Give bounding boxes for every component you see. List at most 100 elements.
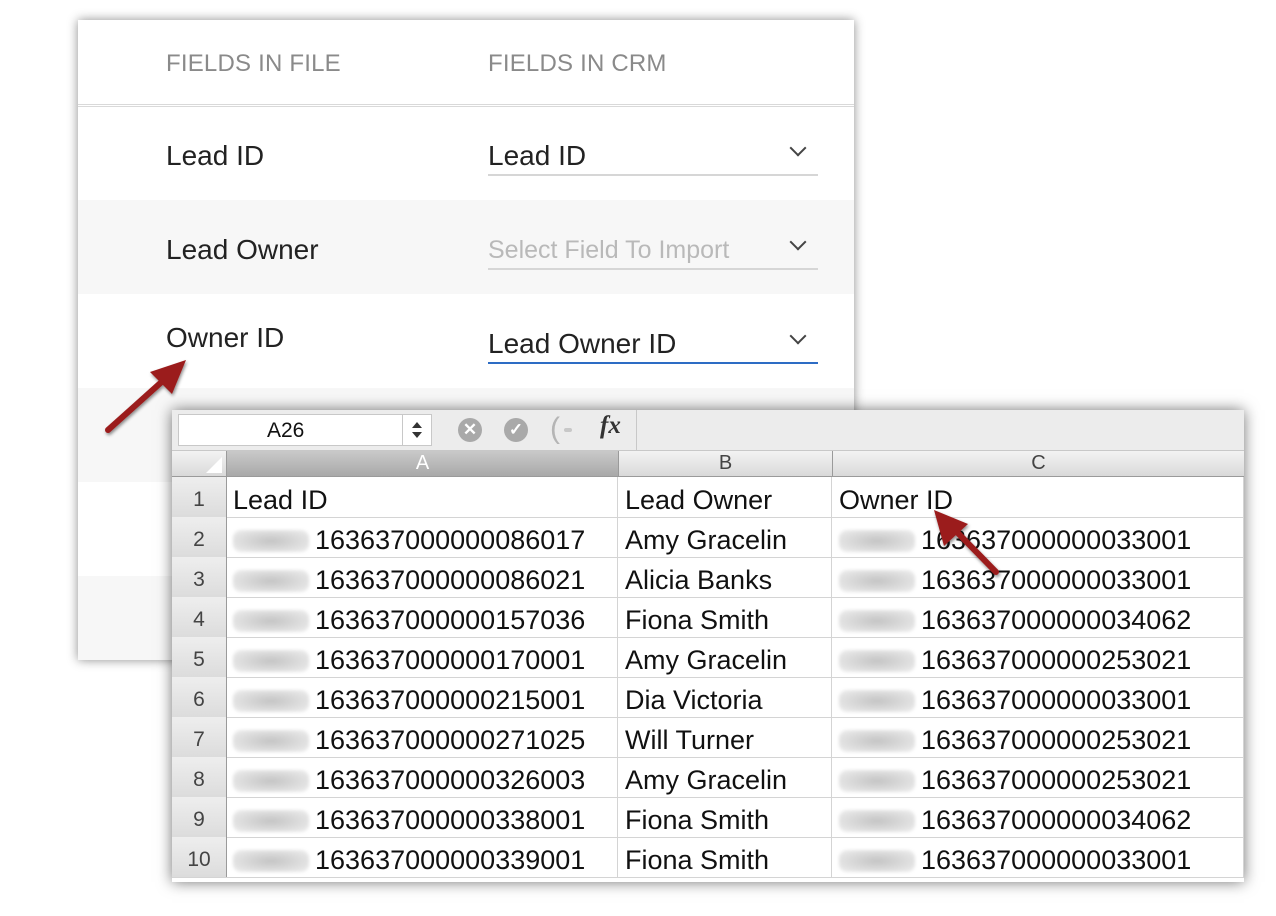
- cell-b[interactable]: Fiona Smith: [619, 597, 832, 637]
- cell-a[interactable]: 163637000000157036: [227, 597, 618, 637]
- row-number[interactable]: 2: [172, 517, 227, 557]
- select-all-corner[interactable]: [172, 451, 227, 476]
- name-box[interactable]: A26: [178, 414, 404, 446]
- table-row: 6 163637000000215001 Dia Victoria 163637000…: [172, 677, 1244, 718]
- row-number[interactable]: 6: [172, 677, 227, 717]
- redacted-prefix: [233, 650, 309, 672]
- cell-c[interactable]: 163637000000033001: [833, 517, 1244, 557]
- table-row: 1 Lead ID Lead Owner Owner ID: [172, 477, 1244, 518]
- fx-icon[interactable]: fx: [600, 412, 621, 440]
- table-row: 5 163637000000170001 Amy Gracelin 163637000…: [172, 637, 1244, 678]
- cell-b[interactable]: Fiona Smith: [619, 797, 832, 837]
- cell-c[interactable]: Owner ID: [833, 477, 1244, 517]
- cell-b[interactable]: Alicia Banks: [619, 557, 832, 597]
- redacted-prefix: [839, 730, 915, 752]
- row-number[interactable]: 1: [172, 477, 227, 517]
- cell-value: 163637000000253021: [921, 725, 1192, 755]
- crm-field-select[interactable]: Select Field To Import: [488, 222, 818, 270]
- row-number[interactable]: 10: [172, 837, 227, 877]
- cell-value: Amy Gracelin: [625, 765, 788, 795]
- cell-c[interactable]: 163637000000033001: [833, 677, 1244, 717]
- arrow-up-icon: [412, 422, 422, 428]
- row-number[interactable]: 5: [172, 637, 227, 677]
- arrow-down-icon: [412, 432, 422, 438]
- mapping-row-owner-id: Owner ID Lead Owner ID: [78, 294, 854, 388]
- cell-c[interactable]: 163637000000034062: [833, 597, 1244, 637]
- cell-a[interactable]: 163637000000339001: [227, 837, 618, 877]
- cell-c[interactable]: 163637000000253021: [833, 757, 1244, 797]
- cell-b[interactable]: Amy Gracelin: [619, 517, 832, 557]
- redacted-prefix: [233, 770, 309, 792]
- chevron-down-icon[interactable]: [789, 233, 807, 251]
- row-number[interactable]: 3: [172, 557, 227, 597]
- cell-c[interactable]: 163637000000033001: [833, 837, 1244, 877]
- cell-value: 163637000000033001: [921, 565, 1192, 595]
- cell-b[interactable]: Amy Gracelin: [619, 637, 832, 677]
- column-header-b[interactable]: B: [619, 451, 833, 476]
- crm-field-select[interactable]: Lead ID: [488, 128, 818, 176]
- cell-b[interactable]: Lead Owner: [619, 477, 832, 517]
- cell-reference: A26: [267, 419, 305, 442]
- cell-c[interactable]: 163637000000034062: [833, 797, 1244, 837]
- row-number[interactable]: 8: [172, 757, 227, 797]
- cell-value: Lead Owner: [625, 485, 773, 515]
- spreadsheet-window: A26 ✕ ✓ ( fx A B C 1 Lead ID Lead Owner Own…: [172, 410, 1244, 882]
- function-paren-icon: (: [550, 412, 560, 445]
- table-row: 3 163637000000086021 Alicia Banks 163637000…: [172, 557, 1244, 598]
- cell-c[interactable]: 163637000000253021: [833, 717, 1244, 757]
- redacted-prefix: [839, 810, 915, 832]
- cell-value: Fiona Smith: [625, 605, 770, 635]
- cancel-icon[interactable]: ✕: [458, 418, 482, 442]
- cell-value: 163637000000253021: [921, 765, 1192, 795]
- row-number[interactable]: 9: [172, 797, 227, 837]
- redacted-prefix: [839, 610, 915, 632]
- cell-b[interactable]: Amy Gracelin: [619, 757, 832, 797]
- formula-bar-divider: [636, 410, 637, 450]
- cell-a[interactable]: 163637000000086017: [227, 517, 618, 557]
- cell-value: Amy Gracelin: [625, 525, 788, 555]
- cell-b[interactable]: Will Turner: [619, 717, 832, 757]
- mapping-header: FIELDS IN FILE FIELDS IN CRM: [78, 20, 854, 107]
- cell-value: 163637000000033001: [921, 525, 1192, 555]
- cell-value: 163637000000086021: [315, 565, 586, 595]
- confirm-icon[interactable]: ✓: [504, 418, 528, 442]
- mapping-row-lead-owner: Lead Owner Select Field To Import: [78, 200, 854, 294]
- cell-c[interactable]: 163637000000253021: [833, 637, 1244, 677]
- redacted-prefix: [233, 810, 309, 832]
- redacted-prefix: [839, 690, 915, 712]
- redacted-prefix: [233, 850, 309, 872]
- name-box-stepper[interactable]: [402, 414, 432, 446]
- cell-a[interactable]: 163637000000086021: [227, 557, 618, 597]
- cell-a[interactable]: 163637000000338001: [227, 797, 618, 837]
- table-row: 4 163637000000157036 Fiona Smith 1636370000…: [172, 597, 1244, 638]
- row-number[interactable]: 7: [172, 717, 227, 757]
- redacted-prefix: [233, 530, 309, 552]
- cell-value: 163637000000170001: [315, 645, 586, 675]
- row-number[interactable]: 4: [172, 597, 227, 637]
- cell-b[interactable]: Fiona Smith: [619, 837, 832, 877]
- redacted-prefix: [839, 530, 915, 552]
- cell-a[interactable]: 163637000000215001: [227, 677, 618, 717]
- redacted-prefix: [839, 770, 915, 792]
- column-header-a[interactable]: A: [227, 451, 619, 476]
- table-row: 9 163637000000338001 Fiona Smith 1636370000…: [172, 797, 1244, 838]
- cell-a[interactable]: 163637000000271025: [227, 717, 618, 757]
- cell-a[interactable]: 163637000000170001: [227, 637, 618, 677]
- table-row: 8 163637000000326003 Amy Gracelin 163637000…: [172, 757, 1244, 798]
- file-field-label: Lead ID: [166, 140, 265, 171]
- table-row: 10 163637000000339001 Fiona Smith 163637000…: [172, 837, 1244, 878]
- function-dot-icon: [564, 428, 572, 432]
- crm-field-placeholder: Select Field To Import: [488, 236, 730, 264]
- cell-b[interactable]: Dia Victoria: [619, 677, 832, 717]
- column-header-c[interactable]: C: [833, 451, 1244, 476]
- chevron-down-icon[interactable]: [789, 139, 807, 157]
- fields-in-file-heading: FIELDS IN FILE: [166, 50, 341, 77]
- cell-c[interactable]: 163637000000033001: [833, 557, 1244, 597]
- cell-a[interactable]: 163637000000326003: [227, 757, 618, 797]
- cell-value: 163637000000215001: [315, 685, 586, 715]
- cell-value: Amy Gracelin: [625, 645, 788, 675]
- cell-a[interactable]: Lead ID: [227, 477, 618, 517]
- table-row: 7 163637000000271025 Will Turner 1636370000…: [172, 717, 1244, 758]
- chevron-down-icon[interactable]: [789, 327, 807, 345]
- crm-field-select[interactable]: Lead Owner ID: [488, 316, 818, 364]
